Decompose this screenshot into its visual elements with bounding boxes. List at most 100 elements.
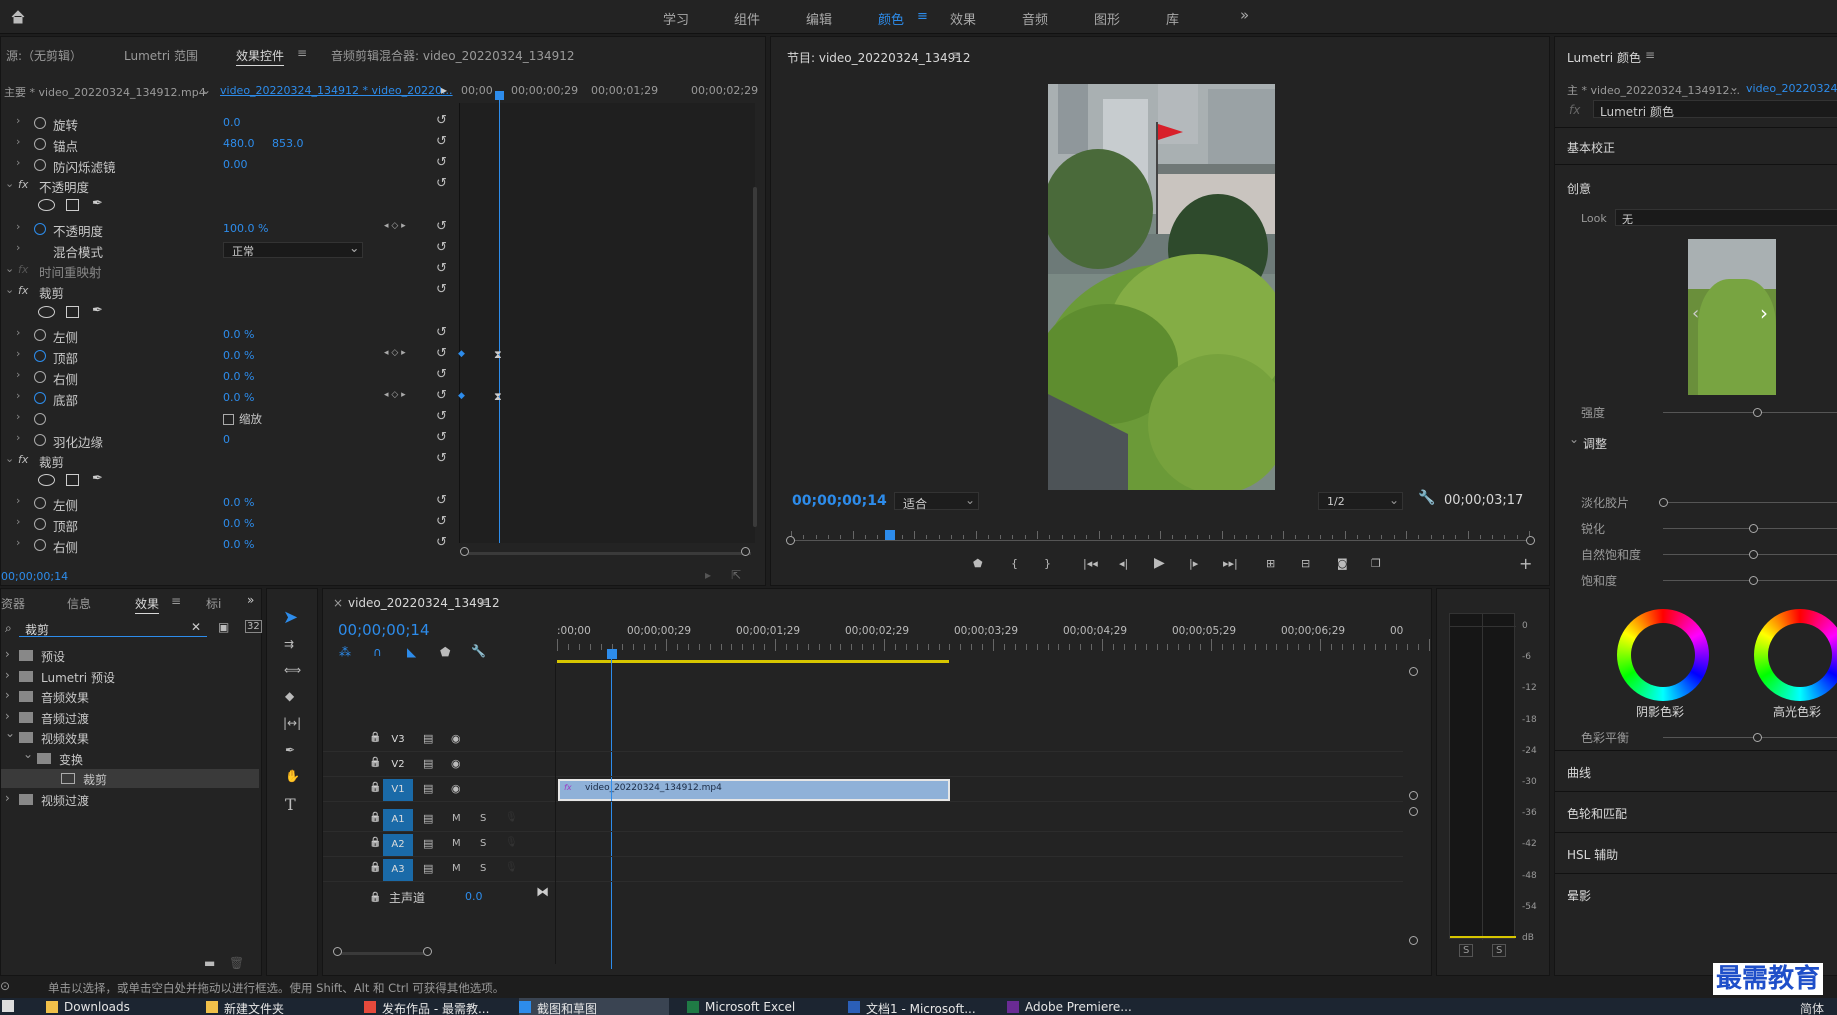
v-zoom-mid1[interactable]: [1409, 791, 1418, 800]
razor-icon[interactable]: ◆: [285, 689, 294, 703]
lock-icon[interactable]: 🔒: [369, 757, 381, 768]
ellipse-mask-icon[interactable]: [38, 306, 55, 318]
blend-mode-dropdown[interactable]: 正常 ⌄: [223, 240, 363, 258]
master-pan-icon[interactable]: ⧓: [536, 885, 549, 900]
eye-icon[interactable]: ◉: [451, 732, 461, 745]
mark-in-icon[interactable]: {: [1011, 557, 1018, 570]
chevron-right-icon[interactable]: ›: [16, 220, 20, 233]
taskbar-item[interactable]: 截图和草图: [519, 998, 669, 1015]
clear-search-icon[interactable]: ✕: [191, 620, 201, 634]
effect-row[interactable]: › 顶部 0.0 % ↺: [1, 514, 457, 535]
home-icon[interactable]: [10, 9, 26, 25]
track-target-a2[interactable]: A2: [383, 834, 413, 856]
timeline-playhead[interactable]: [611, 649, 612, 969]
tab-lumetri-scopes[interactable]: Lumetri 范围: [124, 47, 198, 64]
hamburger-icon[interactable]: ≡: [171, 594, 181, 608]
taskbar-item[interactable]: Microsoft Excel: [687, 998, 837, 1015]
chevron-down-icon[interactable]: ⌄: [5, 262, 14, 275]
taskbar-item[interactable]: 发布作品 - 最需教...: [364, 998, 514, 1015]
v-zoom-top[interactable]: [1409, 667, 1418, 676]
workspace-effects[interactable]: 效果: [950, 9, 976, 28]
stopwatch-icon[interactable]: [34, 159, 46, 171]
lumetri-section[interactable]: HSL 辅助: [1567, 846, 1618, 863]
play-icon[interactable]: ▶: [1154, 555, 1165, 571]
mute-button[interactable]: M: [452, 863, 461, 874]
tab-markers[interactable]: 标i: [206, 595, 221, 612]
lumetri-section[interactable]: 色轮和匹配: [1567, 805, 1627, 822]
highlight-wheel[interactable]: [1754, 609, 1837, 701]
property-value[interactable]: 0.0 %: [223, 517, 254, 530]
chevron-right-icon[interactable]: ›: [16, 114, 20, 127]
keyframe-nav-icon[interactable]: ◂ ◇ ▸: [384, 348, 406, 358]
effect-row[interactable]: › 不透明度 100.0 % ◂ ◇ ▸ ↺: [1, 219, 457, 240]
property-value[interactable]: 0.0 %: [223, 370, 254, 383]
program-scrubber[interactable]: [786, 527, 1535, 547]
effects-tree-item[interactable]: › 视频过渡: [1, 790, 259, 809]
reset-icon[interactable]: ↺: [436, 155, 447, 170]
reset-icon[interactable]: ↺: [436, 325, 447, 340]
solo-button[interactable]: S: [480, 813, 486, 824]
track-target-v3[interactable]: V3: [383, 729, 413, 751]
mic-icon[interactable]: 🎙: [505, 837, 518, 848]
rect-mask-icon[interactable]: [66, 474, 79, 486]
tab-effects[interactable]: 效果: [135, 595, 159, 612]
sync-lock-icon[interactable]: ▤: [423, 812, 433, 825]
timeline-playhead-marker[interactable]: [607, 649, 617, 659]
work-area-bar[interactable]: [557, 660, 949, 663]
sync-lock-icon[interactable]: ▤: [423, 732, 433, 745]
balance-knob[interactable]: [1753, 733, 1762, 742]
adjust-slider-knob[interactable]: [1659, 498, 1668, 507]
program-playhead[interactable]: [885, 530, 895, 540]
sequence-clip-link[interactable]: video_20220324_134912 * video_20220...: [220, 84, 453, 97]
workspace-graphics[interactable]: 图形: [1094, 9, 1120, 28]
timeline-ruler[interactable]: :00;00 00;00;00;29 00;00;01;29 00;00;02;29 0…: [557, 625, 1430, 651]
reset-icon[interactable]: ↺: [436, 430, 447, 445]
new-folder-icon[interactable]: ▬: [204, 956, 215, 970]
chevron-down-icon[interactable]: ⌄: [1729, 80, 1739, 94]
chevron-down-icon[interactable]: ⌄: [5, 177, 14, 190]
property-value[interactable]: 0.0 %: [223, 391, 254, 404]
taskbar-item[interactable]: Adobe Premiere...: [1007, 998, 1157, 1015]
overwrite-icon[interactable]: ⊟: [1301, 557, 1310, 570]
property-value[interactable]: 100.0 %: [223, 222, 268, 235]
chevron-right-icon[interactable]: ›: [5, 688, 10, 702]
reset-icon[interactable]: ↺: [436, 535, 447, 550]
chevron-down-icon[interactable]: ⌄: [23, 747, 33, 761]
chevron-down-icon[interactable]: ⌄: [201, 83, 211, 97]
lock-icon[interactable]: 🔒: [369, 732, 381, 743]
timeline-wrench-icon[interactable]: 🔧: [471, 644, 486, 658]
balance-slider[interactable]: [1663, 737, 1837, 738]
hamburger-icon[interactable]: ≡: [297, 46, 307, 60]
lock-icon[interactable]: 🔒: [369, 892, 381, 903]
reset-icon[interactable]: ↺: [436, 388, 447, 403]
stopwatch-icon[interactable]: [34, 223, 46, 235]
chevron-right-icon[interactable]: ›: [16, 494, 20, 507]
32bit-filter-icon[interactable]: 32: [245, 620, 262, 633]
shadow-wheel[interactable]: [1617, 609, 1709, 701]
insert-icon[interactable]: ⊞: [1266, 557, 1275, 570]
workspace-audio[interactable]: 音频: [1022, 9, 1048, 28]
effect-row[interactable]: › 防闪烁滤镜 0.00 ↺: [1, 155, 457, 176]
keyframe-icon[interactable]: ◆: [458, 349, 465, 359]
zoom-start-handle[interactable]: [460, 547, 469, 556]
step-back-icon[interactable]: ◂|: [1119, 557, 1128, 570]
effect-row[interactable]: › 底部 0.0 % ◂ ◇ ▸ ↺ ◆ ⧗: [1, 388, 502, 409]
stopwatch-icon[interactable]: [34, 434, 46, 446]
step-forward-icon[interactable]: |▸: [1189, 557, 1198, 570]
rect-mask-icon[interactable]: [66, 306, 79, 318]
stopwatch-icon[interactable]: [34, 371, 46, 383]
tab-audio-mixer[interactable]: 音频剪辑混合器: video_20220324_134912: [331, 47, 575, 64]
hamburger-icon[interactable]: ≡: [479, 595, 489, 609]
ellipse-mask-icon[interactable]: [38, 474, 55, 486]
lumetri-effect-select[interactable]: Lumetri 颜色: [1593, 100, 1837, 119]
chevron-right-icon[interactable]: ›: [5, 647, 10, 661]
tab-info[interactable]: 信息: [67, 595, 91, 612]
ellipse-mask-icon[interactable]: [38, 199, 55, 211]
timeline-clip-v1[interactable]: fx video_20220324_134912.mp4: [558, 779, 950, 801]
sequence-tab[interactable]: video_20220324_134912: [348, 596, 500, 610]
solo-left-button[interactable]: S: [1459, 944, 1474, 957]
eye-icon[interactable]: ◉: [451, 757, 461, 770]
reset-icon[interactable]: ↺: [436, 451, 447, 466]
reset-icon[interactable]: ↺: [436, 367, 447, 382]
effect-row[interactable]: ›缩放缩放↺: [1, 409, 457, 430]
